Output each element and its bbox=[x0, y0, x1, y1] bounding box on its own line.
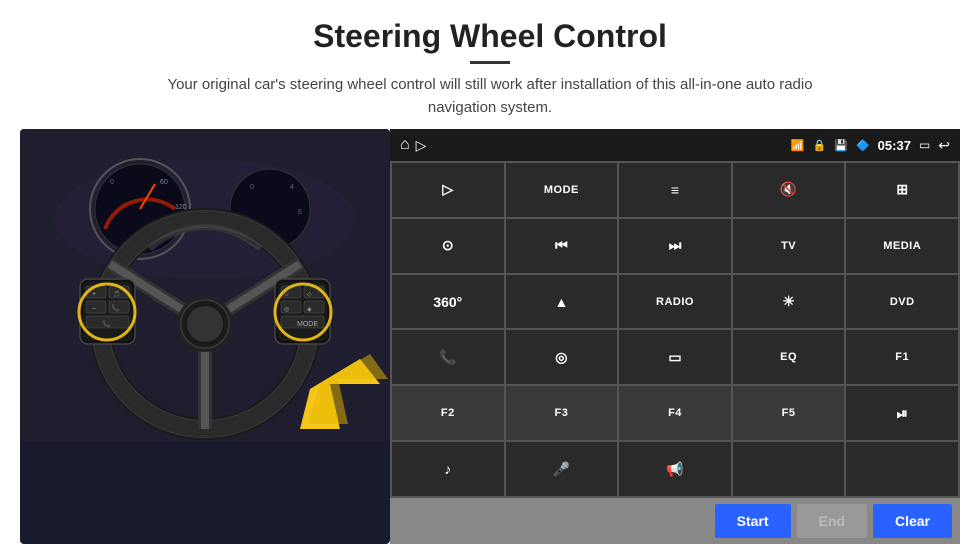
btn-icon: ▭ bbox=[668, 349, 681, 366]
btn-icon: ⏭ bbox=[669, 237, 682, 254]
grid-btn-r5c5[interactable]: ⏯ bbox=[846, 386, 958, 440]
btn-icon: ⏯ bbox=[897, 405, 908, 422]
control-panel: ⌂ ▷ 📶 🔒 💾 🔷 05:37 ▭ ↩ ▷ MODE ≡ 🔇 ⊞ ⊙ ⏮ ⏭ TV MEDIA… bbox=[390, 129, 960, 544]
subtitle-text: Your original car's steering wheel contr… bbox=[140, 74, 840, 119]
btn-icon: 🔇 bbox=[780, 181, 797, 198]
wifi-icon: 📶 bbox=[791, 139, 805, 152]
svg-text:0: 0 bbox=[250, 184, 254, 191]
grid-btn-r1c4[interactable]: 🔇 bbox=[733, 163, 845, 217]
grid-btn-r2c5[interactable]: MEDIA bbox=[846, 219, 958, 273]
btn-label: F4 bbox=[668, 407, 682, 419]
btn-icon: ≡ bbox=[671, 182, 679, 198]
btn-label: MEDIA bbox=[883, 240, 921, 252]
home-icon[interactable]: ⌂ bbox=[400, 136, 410, 154]
svg-text:60: 60 bbox=[160, 179, 168, 186]
btn-icon: ▲ bbox=[554, 294, 568, 310]
svg-text:📞: 📞 bbox=[102, 319, 111, 328]
btn-label: EQ bbox=[780, 351, 797, 363]
svg-text:◈: ◈ bbox=[307, 307, 312, 313]
grid-btn-r4c1[interactable]: 📞 bbox=[392, 330, 504, 384]
btn-label: F3 bbox=[554, 407, 568, 419]
status-time: 05:37 bbox=[878, 138, 911, 153]
btn-icon: ⊙ bbox=[442, 237, 454, 254]
end-button[interactable]: End bbox=[797, 504, 867, 538]
back-icon[interactable]: ↩ bbox=[938, 137, 950, 154]
btn-icon: ☀ bbox=[782, 293, 795, 310]
grid-btn-r1c3[interactable]: ≡ bbox=[619, 163, 731, 217]
btn-label: F5 bbox=[782, 407, 796, 419]
grid-btn-r5c4[interactable]: F5 bbox=[733, 386, 845, 440]
grid-btn-r2c4[interactable]: TV bbox=[733, 219, 845, 273]
storage-icon: 💾 bbox=[834, 139, 848, 152]
btn-icon: ⏮ bbox=[555, 237, 568, 254]
page-title: Steering Wheel Control bbox=[60, 18, 920, 55]
btn-icon: ♪ bbox=[444, 461, 451, 477]
clear-button[interactable]: Clear bbox=[873, 504, 952, 538]
bluetooth-icon: 🔷 bbox=[856, 139, 870, 152]
title-divider bbox=[470, 61, 510, 64]
nav-arrow-icon[interactable]: ▷ bbox=[416, 137, 427, 154]
grid-btn-r1c5[interactable]: ⊞ bbox=[846, 163, 958, 217]
grid-btn-r6c2[interactable]: 🎤 bbox=[506, 442, 618, 496]
btn-label: TV bbox=[781, 240, 796, 252]
grid-btn-r1c2[interactable]: MODE bbox=[506, 163, 618, 217]
btn-icon: ◎ bbox=[555, 349, 567, 366]
grid-btn-r6c3[interactable]: 📢 bbox=[619, 442, 731, 496]
header-section: Steering Wheel Control Your original car… bbox=[0, 0, 980, 129]
svg-text:−: − bbox=[92, 306, 96, 313]
page-container: Steering Wheel Control Your original car… bbox=[0, 0, 980, 544]
lock-icon: 🔒 bbox=[813, 139, 827, 152]
steering-image: 0 60 120 0 4 6 bbox=[20, 129, 390, 544]
grid-btn-r3c4[interactable]: ☀ bbox=[733, 275, 845, 329]
btn-label: MODE bbox=[544, 184, 579, 196]
grid-btn-r1c1[interactable]: ▷ bbox=[392, 163, 504, 217]
btn-icon: 📢 bbox=[666, 461, 683, 478]
status-left: ⌂ ▷ bbox=[400, 136, 426, 154]
svg-text:6: 6 bbox=[298, 209, 302, 216]
grid-btn-r4c5[interactable]: F1 bbox=[846, 330, 958, 384]
btn-icon: 360° bbox=[433, 294, 462, 310]
btn-icon: 📞 bbox=[439, 349, 456, 366]
grid-btn-r2c1[interactable]: ⊙ bbox=[392, 219, 504, 273]
status-bar: ⌂ ▷ 📶 🔒 💾 🔷 05:37 ▭ ↩ bbox=[390, 129, 960, 161]
grid-btn-r4c4[interactable]: EQ bbox=[733, 330, 845, 384]
grid-btn-r6c5[interactable] bbox=[846, 442, 958, 496]
btn-icon: ▷ bbox=[442, 181, 453, 198]
svg-text:4: 4 bbox=[290, 184, 294, 191]
svg-text:🎵: 🎵 bbox=[113, 290, 120, 298]
btn-icon: ⊞ bbox=[896, 181, 908, 198]
btn-label: DVD bbox=[890, 296, 915, 308]
start-button[interactable]: Start bbox=[715, 504, 791, 538]
content-area: 0 60 120 0 4 6 bbox=[0, 129, 980, 544]
btn-icon: 🎤 bbox=[553, 461, 570, 478]
svg-text:+: + bbox=[92, 291, 96, 298]
button-grid: ▷ MODE ≡ 🔇 ⊞ ⊙ ⏮ ⏭ TV MEDIA 360° ▲ RADIO ☀ DVD 📞 ◎ ▭ EQ F1 F… bbox=[390, 161, 960, 498]
svg-text:◎: ◎ bbox=[284, 307, 289, 313]
svg-text:◇: ◇ bbox=[307, 292, 312, 298]
grid-btn-r3c2[interactable]: ▲ bbox=[506, 275, 618, 329]
svg-text:📞: 📞 bbox=[111, 303, 120, 312]
grid-btn-r3c3[interactable]: RADIO bbox=[619, 275, 731, 329]
grid-btn-r3c1[interactable]: 360° bbox=[392, 275, 504, 329]
steering-wheel-area: 0 60 120 0 4 6 bbox=[20, 129, 390, 544]
grid-btn-r3c5[interactable]: DVD bbox=[846, 275, 958, 329]
grid-btn-r2c2[interactable]: ⏮ bbox=[506, 219, 618, 273]
status-right: 📶 🔒 💾 🔷 05:37 ▭ ↩ bbox=[791, 137, 950, 154]
svg-text:0: 0 bbox=[110, 179, 114, 186]
grid-btn-r6c4[interactable] bbox=[733, 442, 845, 496]
grid-btn-r4c3[interactable]: ▭ bbox=[619, 330, 731, 384]
grid-btn-r2c3[interactable]: ⏭ bbox=[619, 219, 731, 273]
btn-label: RADIO bbox=[656, 296, 694, 308]
grid-btn-r4c2[interactable]: ◎ bbox=[506, 330, 618, 384]
grid-btn-r5c1[interactable]: F2 bbox=[392, 386, 504, 440]
btn-label: F2 bbox=[441, 407, 455, 419]
btn-label: F1 bbox=[895, 351, 909, 363]
grid-btn-r6c1[interactable]: ♪ bbox=[392, 442, 504, 496]
svg-text:MODE: MODE bbox=[297, 321, 318, 328]
grid-btn-r5c2[interactable]: F3 bbox=[506, 386, 618, 440]
screen-icon: ▭ bbox=[919, 138, 930, 152]
action-bar: Start End Clear bbox=[390, 498, 960, 544]
grid-btn-r5c3[interactable]: F4 bbox=[619, 386, 731, 440]
